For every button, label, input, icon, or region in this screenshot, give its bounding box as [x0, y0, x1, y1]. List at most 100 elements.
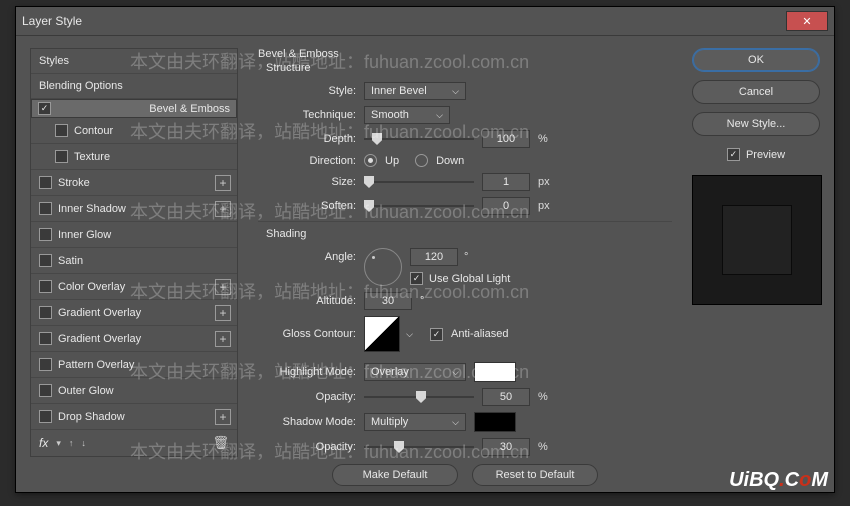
- technique-select[interactable]: Smooth⌵: [364, 106, 450, 124]
- arrow-down-icon[interactable]: ↓: [81, 438, 86, 448]
- shading-subtitle: Shading: [266, 228, 672, 240]
- brand-watermark: UiBQ.CoM: [729, 469, 828, 492]
- right-panel: OK Cancel New Style... Preview: [692, 48, 820, 492]
- altitude-input[interactable]: 30: [364, 292, 412, 310]
- add-icon[interactable]: +: [215, 175, 231, 191]
- chevron-down-icon: ⌵: [452, 417, 459, 428]
- direction-down-radio[interactable]: [415, 154, 428, 167]
- layer-style-dialog: Layer Style ✕ Styles Blending Options Be…: [15, 6, 835, 493]
- style-list-panel: Styles Blending Options Bevel & Emboss C…: [30, 48, 238, 492]
- blending-options[interactable]: Blending Options: [31, 74, 237, 99]
- gloss-contour-label: Gloss Contour:: [258, 328, 356, 340]
- soften-label: Soften:: [258, 200, 356, 212]
- depth-input[interactable]: 100: [482, 130, 530, 148]
- close-button[interactable]: ✕: [786, 11, 828, 31]
- preview-box: [692, 175, 822, 305]
- checkbox-icon[interactable]: [39, 332, 52, 345]
- sh-opacity-input[interactable]: 30: [482, 438, 530, 456]
- direction-up-radio[interactable]: [364, 154, 377, 167]
- make-default-button[interactable]: Make Default: [332, 464, 458, 486]
- drop-shadow-item[interactable]: Drop Shadow+: [31, 404, 237, 430]
- checkbox-icon[interactable]: [39, 306, 52, 319]
- hl-opacity-label: Opacity:: [258, 391, 356, 403]
- soften-slider[interactable]: [364, 199, 474, 213]
- chevron-down-icon: ⌵: [436, 110, 443, 121]
- checkbox-icon[interactable]: [39, 410, 52, 423]
- arrow-up-icon[interactable]: ↑: [69, 438, 74, 448]
- new-style-button[interactable]: New Style...: [692, 112, 820, 136]
- pattern-overlay-item[interactable]: Pattern Overlay: [31, 352, 237, 378]
- altitude-label: Altitude:: [258, 295, 356, 307]
- size-label: Size:: [258, 176, 356, 188]
- checkbox-icon[interactable]: [39, 384, 52, 397]
- checkbox-icon[interactable]: [55, 150, 68, 163]
- bevel-emboss-item[interactable]: Bevel & Emboss: [31, 99, 237, 118]
- shadow-mode-select[interactable]: Multiply⌵: [364, 413, 466, 431]
- preview-checkbox[interactable]: [727, 148, 740, 161]
- hl-opacity-slider[interactable]: [364, 390, 474, 404]
- add-icon[interactable]: +: [215, 201, 231, 217]
- cancel-button[interactable]: Cancel: [692, 80, 820, 104]
- close-icon: ✕: [802, 15, 811, 28]
- angle-wheel[interactable]: [364, 248, 402, 286]
- highlight-mode-label: Highlight Mode:: [258, 366, 356, 378]
- angle-label: Angle:: [258, 248, 356, 263]
- size-slider[interactable]: [364, 175, 474, 189]
- settings-panel: Bevel & Emboss Structure Style: Inner Bev…: [252, 48, 678, 492]
- styles-header[interactable]: Styles: [31, 49, 237, 74]
- direction-label: Direction:: [258, 155, 356, 167]
- highlight-mode-select[interactable]: Overlay⌵: [364, 363, 466, 381]
- panel-title: Bevel & Emboss: [258, 48, 672, 60]
- add-icon[interactable]: +: [215, 305, 231, 321]
- style-select[interactable]: Inner Bevel⌵: [364, 82, 466, 100]
- hl-opacity-input[interactable]: 50: [482, 388, 530, 406]
- highlight-color-swatch[interactable]: [474, 362, 516, 382]
- chevron-down-icon: ⌵: [452, 367, 459, 378]
- gloss-contour-picker[interactable]: ⌵: [364, 316, 400, 352]
- size-input[interactable]: 1: [482, 173, 530, 191]
- stroke-item[interactable]: Stroke+: [31, 170, 237, 196]
- inner-shadow-item[interactable]: Inner Shadow+: [31, 196, 237, 222]
- fx-menu[interactable]: fx: [39, 436, 48, 450]
- outer-glow-item[interactable]: Outer Glow: [31, 378, 237, 404]
- depth-label: Depth:: [258, 133, 356, 145]
- contour-item[interactable]: Contour: [31, 118, 237, 144]
- sh-opacity-label: Opacity:: [258, 441, 356, 453]
- checkbox-icon[interactable]: [38, 102, 51, 115]
- global-light-checkbox[interactable]: [410, 272, 423, 285]
- antialiased-checkbox[interactable]: [430, 328, 443, 341]
- trash-icon[interactable]: 🗑: [212, 435, 229, 451]
- gradient-overlay-item-2[interactable]: Gradient Overlay+: [31, 326, 237, 352]
- checkbox-icon[interactable]: [39, 176, 52, 189]
- structure-subtitle: Structure: [266, 62, 672, 74]
- checkbox-icon[interactable]: [39, 254, 52, 267]
- satin-item[interactable]: Satin: [31, 248, 237, 274]
- reset-default-button[interactable]: Reset to Default: [472, 464, 598, 486]
- checkbox-icon[interactable]: [39, 358, 52, 371]
- style-list-footer: fx ▾ ↑ ↓ 🗑: [31, 430, 237, 456]
- texture-item[interactable]: Texture: [31, 144, 237, 170]
- checkbox-icon[interactable]: [55, 124, 68, 137]
- technique-label: Technique:: [258, 109, 356, 121]
- chevron-down-icon: ▾: [56, 438, 61, 449]
- preview-swatch: [722, 205, 792, 275]
- sh-opacity-slider[interactable]: [364, 440, 474, 454]
- style-label: Style:: [258, 85, 356, 97]
- shadow-color-swatch[interactable]: [474, 412, 516, 432]
- checkbox-icon[interactable]: [39, 228, 52, 241]
- window-title: Layer Style: [22, 14, 82, 28]
- inner-glow-item[interactable]: Inner Glow: [31, 222, 237, 248]
- angle-input[interactable]: 120: [410, 248, 458, 266]
- checkbox-icon[interactable]: [39, 280, 52, 293]
- gradient-overlay-item[interactable]: Gradient Overlay+: [31, 300, 237, 326]
- ok-button[interactable]: OK: [692, 48, 820, 72]
- depth-slider[interactable]: [364, 132, 474, 146]
- checkbox-icon[interactable]: [39, 202, 52, 215]
- add-icon[interactable]: +: [215, 279, 231, 295]
- titlebar: Layer Style ✕: [16, 7, 834, 36]
- add-icon[interactable]: +: [215, 409, 231, 425]
- add-icon[interactable]: +: [215, 331, 231, 347]
- color-overlay-item[interactable]: Color Overlay+: [31, 274, 237, 300]
- soften-input[interactable]: 0: [482, 197, 530, 215]
- chevron-down-icon: ⌵: [406, 329, 413, 340]
